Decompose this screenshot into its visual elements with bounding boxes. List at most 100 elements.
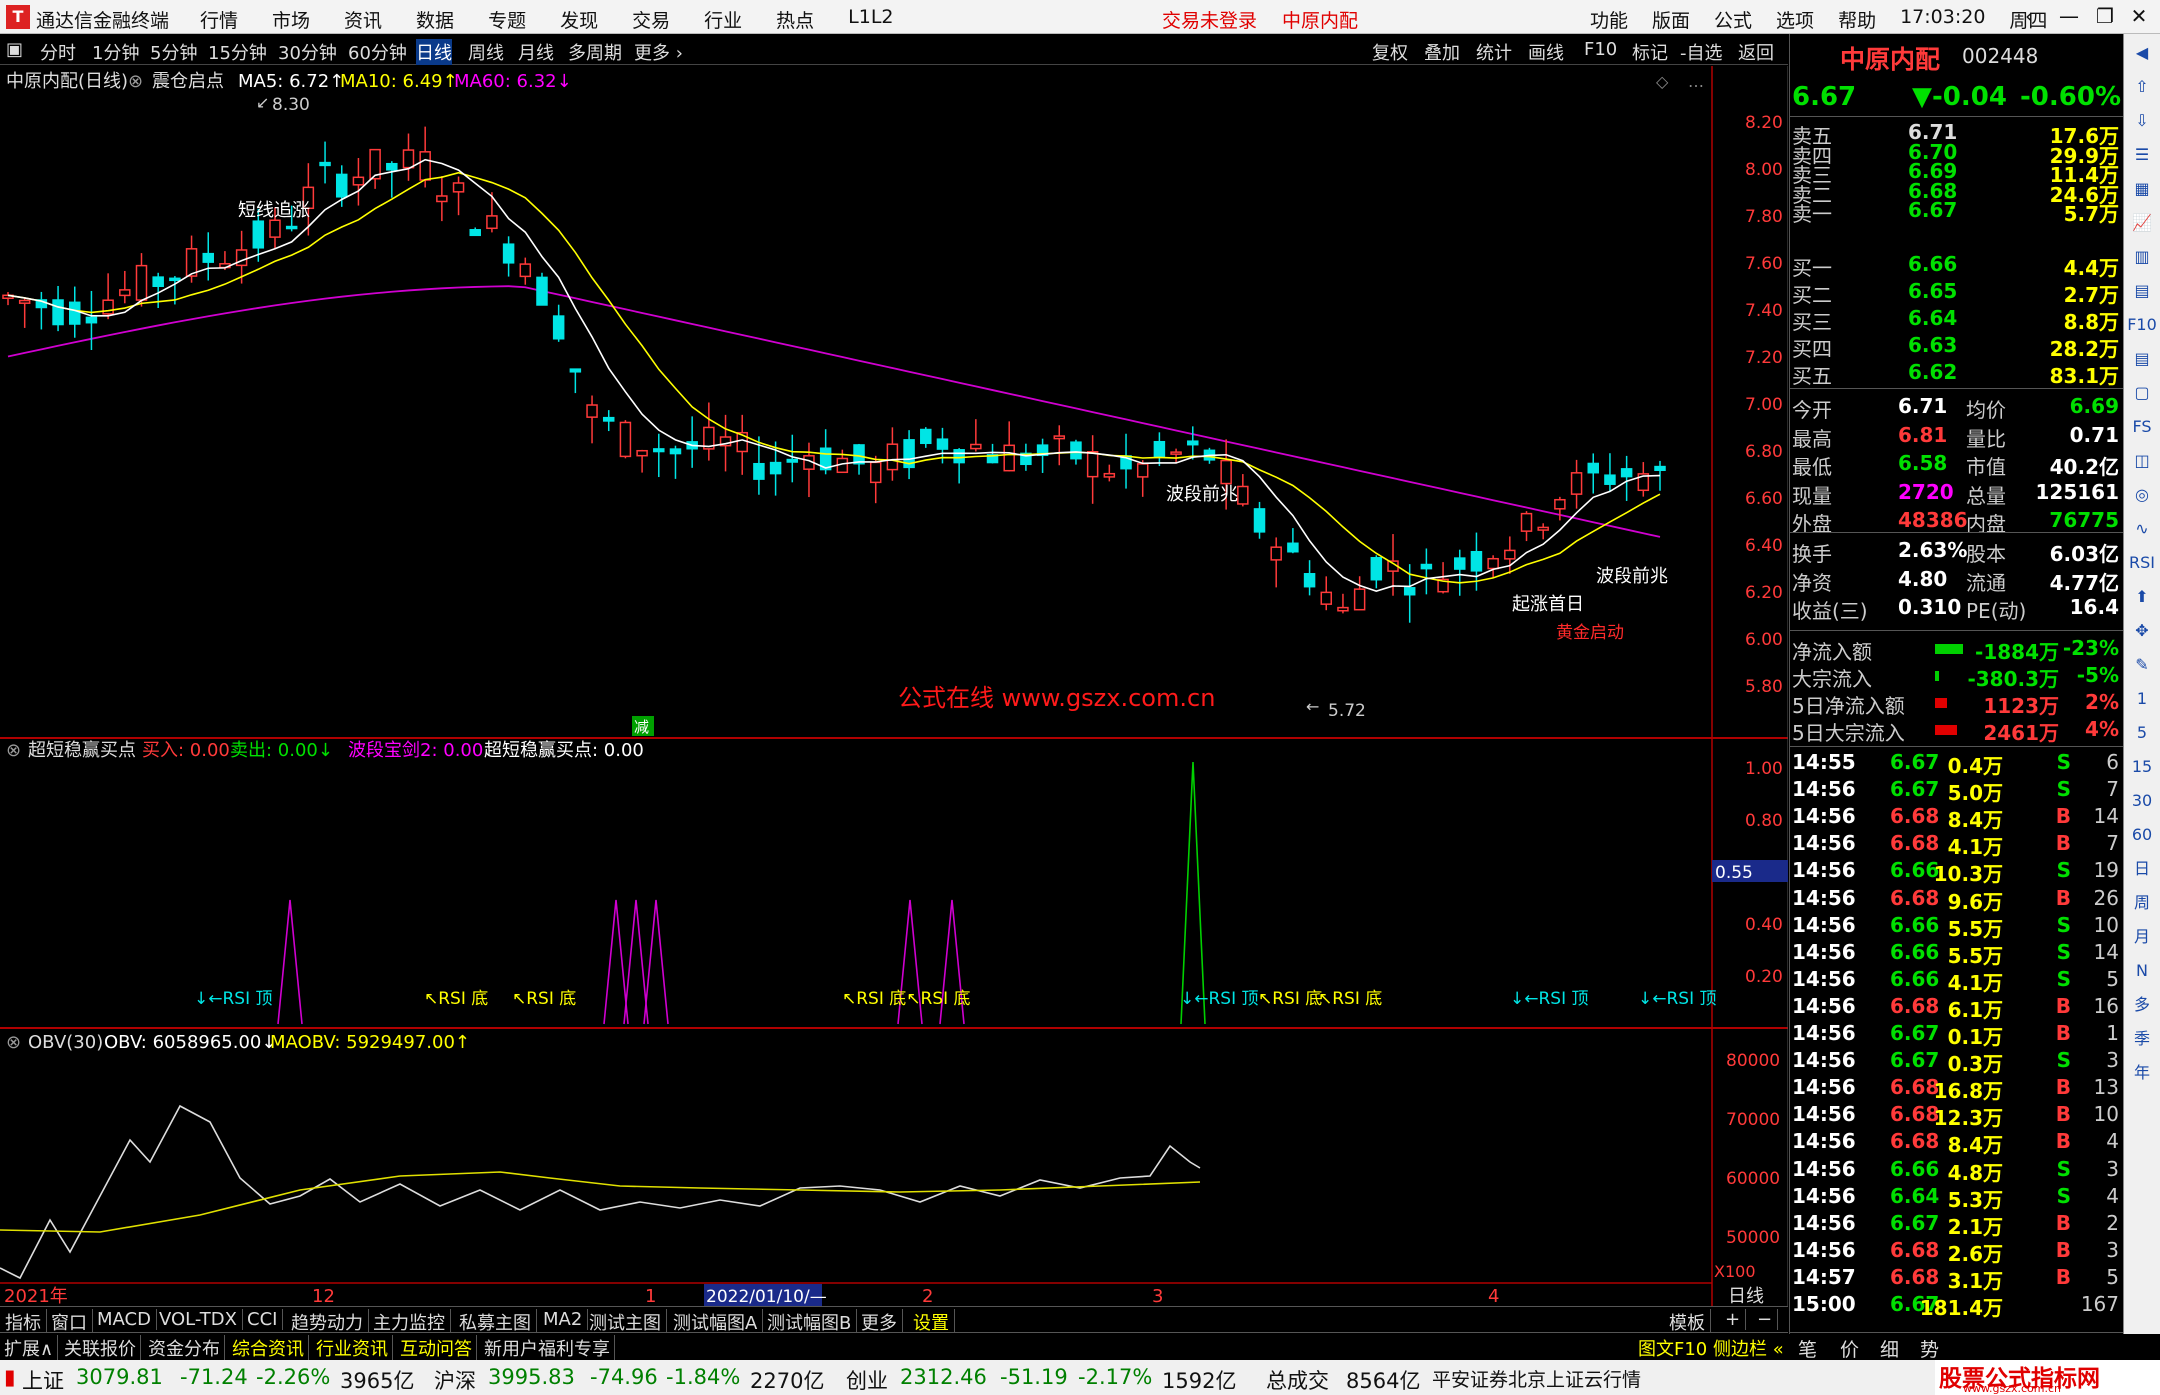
pen-icon[interactable]: ✎ <box>2127 650 2157 680</box>
menu-item[interactable]: 行情 <box>200 6 238 33</box>
period-tab[interactable]: 更多 › <box>634 39 683 65</box>
page-icon[interactable]: ▢ <box>2127 378 2157 408</box>
period-icon[interactable]: 30 <box>2127 786 2157 816</box>
period-icon[interactable]: 周 <box>2127 888 2157 918</box>
cy-name[interactable]: 创业 <box>846 1365 888 1395</box>
period-tab[interactable]: 周线 <box>468 39 504 65</box>
period-tab[interactable]: 月线 <box>518 39 554 65</box>
period-tab[interactable]: 5分钟 <box>150 39 197 65</box>
down-icon[interactable]: ⇩ <box>2127 106 2157 136</box>
tick-tab[interactable]: 势 <box>1920 1335 1939 1362</box>
grid-icon[interactable]: ▦ <box>2127 174 2157 204</box>
menu-item[interactable]: 选项 <box>1776 6 1814 33</box>
period-icon[interactable]: 年 <box>2127 1058 2157 1088</box>
period-icon[interactable]: 季 <box>2127 1024 2157 1054</box>
move-icon[interactable]: ✥ <box>2127 616 2157 646</box>
f10-sidebar-toggle[interactable]: 图文F10 侧边栏 « <box>1634 1335 1788 1361</box>
panel-toggle-icon[interactable]: ⊗ <box>6 1032 21 1053</box>
tool-button[interactable]: 复权 <box>1372 39 1408 65</box>
list-icon[interactable]: ☰ <box>2127 140 2157 170</box>
info-tab[interactable]: 互动问答 <box>396 1335 477 1361</box>
period-icon[interactable]: 月 <box>2127 922 2157 952</box>
wave-icon[interactable]: ∿ <box>2127 514 2157 544</box>
menu-item[interactable]: 专题 <box>488 6 526 33</box>
trade-status[interactable]: 交易未登录 <box>1162 6 1257 33</box>
period-tab[interactable]: 分时 <box>40 39 76 65</box>
indicator-toggle-icon[interactable]: ⊗ <box>128 71 143 92</box>
period-icon[interactable]: 1 <box>2127 684 2157 714</box>
restore-icon[interactable]: ❐ <box>2092 4 2118 30</box>
close-icon[interactable]: ✕ <box>2126 4 2152 30</box>
period-icon[interactable]: 60 <box>2127 820 2157 850</box>
tool-button[interactable]: 统计 <box>1476 39 1512 65</box>
menu-item[interactable]: 资讯 <box>344 6 382 33</box>
period-icon[interactable]: 多 <box>2127 990 2157 1020</box>
circle-icon[interactable]: ◎ <box>2127 480 2157 510</box>
indicator-tab[interactable]: MA2 <box>538 1309 589 1330</box>
info-tab[interactable]: 行业资讯 <box>312 1335 393 1361</box>
add-panel-button[interactable]: + <box>1720 1309 1747 1330</box>
indicator-tab[interactable]: MACD <box>92 1309 157 1330</box>
menu-item[interactable]: 交易 <box>632 6 670 33</box>
fs-icon[interactable]: FS <box>2127 412 2157 442</box>
info-tab[interactable]: 综合资讯 <box>228 1335 309 1361</box>
period-tab[interactable]: 30分钟 <box>278 39 337 65</box>
panel-toggle-icon[interactable]: ⊗ <box>6 740 21 761</box>
period-tab-selected[interactable]: 日线 <box>416 39 452 65</box>
tool-button[interactable]: -自选 <box>1680 39 1723 65</box>
period-tab[interactable]: 1分钟 <box>92 39 139 65</box>
menu-item[interactable]: 数据 <box>416 6 454 33</box>
chart-area[interactable]: 中原内配(日线) ⊗ 震仓启点 MA5: 6.72↑ MA10: 6.49↑ M… <box>0 66 1788 1312</box>
quote-row: 14:56 6.68 2.6万 B 3 <box>1790 1238 2123 1266</box>
menu-item[interactable]: 发现 <box>560 6 598 33</box>
up-arrow-icon[interactable]: ⬆ <box>2127 582 2157 612</box>
period-tab[interactable]: 60分钟 <box>348 39 407 65</box>
indicator-tab[interactable]: VOL-TDX <box>154 1309 243 1330</box>
candle-icon[interactable]: ▥ <box>2127 242 2157 272</box>
info-tab[interactable]: 关联报价 <box>60 1335 141 1361</box>
remove-panel-button[interactable]: − <box>1752 1309 1779 1330</box>
tick-tab[interactable]: 价 <box>1840 1335 1859 1362</box>
period-icon[interactable]: 日 <box>2127 854 2157 884</box>
tool-button[interactable]: 叠加 <box>1424 39 1460 65</box>
doc-icon[interactable]: ▤ <box>2127 276 2157 306</box>
tick-tab[interactable]: 细 <box>1880 1335 1899 1362</box>
up-icon[interactable]: ⇧ <box>2127 72 2157 102</box>
menu-item[interactable]: L1L2 <box>848 6 893 33</box>
layers-icon[interactable]: ◫ <box>2127 446 2157 476</box>
menu-item[interactable]: 功能 <box>1590 6 1628 33</box>
tool-button[interactable]: 画线 <box>1528 39 1564 65</box>
tool-button[interactable]: 返回 <box>1738 39 1774 65</box>
server-name[interactable]: 平安证券北京上证云行情 <box>1432 1365 1641 1392</box>
tool-button[interactable]: F10 <box>1584 39 1617 60</box>
period-icon[interactable]: 15 <box>2127 752 2157 782</box>
panel-toggle-icon[interactable]: ▣ <box>6 39 23 60</box>
period-icon[interactable]: 5 <box>2127 718 2157 748</box>
collapse-icon[interactable]: ◀ <box>2127 38 2157 68</box>
info-tab[interactable]: 新用户福利专享 <box>480 1335 615 1361</box>
menu-item[interactable]: 版面 <box>1652 6 1690 33</box>
sh-name[interactable]: 上证 <box>22 1365 64 1395</box>
back-icon[interactable]: ‹ <box>2016 4 2042 30</box>
rsi-icon[interactable]: RSI <box>2127 548 2157 578</box>
info-tab[interactable]: 扩展∧ <box>0 1335 59 1361</box>
tool-button[interactable]: 标记 <box>1632 39 1668 65</box>
menu-item[interactable]: 行业 <box>704 6 742 33</box>
info-tab[interactable]: 资金分布 <box>144 1335 225 1361</box>
chart-icon[interactable]: 📈 <box>2127 208 2157 238</box>
table-icon[interactable]: ▤ <box>2127 344 2157 374</box>
indicator-tab[interactable]: CCI <box>242 1309 284 1330</box>
tick-tab[interactable]: 笔 <box>1798 1335 1817 1362</box>
menu-item[interactable]: 热点 <box>776 6 814 33</box>
sz-name[interactable]: 沪深 <box>434 1365 476 1395</box>
period-tab[interactable]: 多周期 <box>568 39 622 65</box>
diamond-icon[interactable]: ◇ <box>1656 72 1669 91</box>
period-tab[interactable]: 15分钟 <box>208 39 267 65</box>
menu-item[interactable]: 市场 <box>272 6 310 33</box>
minimize-icon[interactable]: — <box>2056 4 2082 30</box>
menu-item[interactable]: 公式 <box>1714 6 1752 33</box>
f10-icon[interactable]: F10 <box>2127 310 2157 340</box>
more-icon[interactable]: … <box>1688 72 1704 91</box>
period-icon[interactable]: N <box>2127 956 2157 986</box>
menu-item[interactable]: 帮助 <box>1838 6 1876 33</box>
